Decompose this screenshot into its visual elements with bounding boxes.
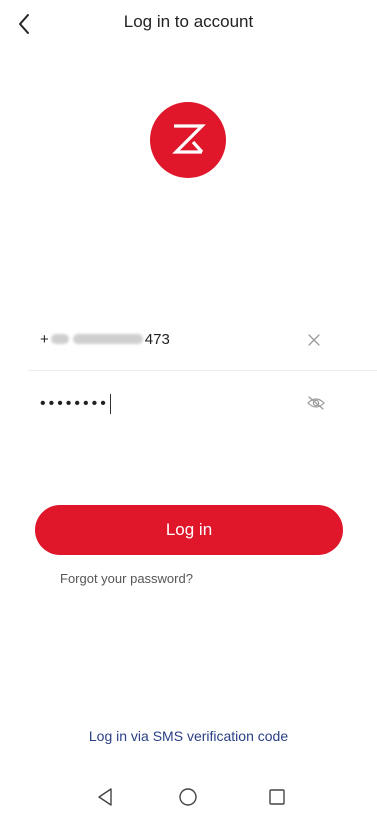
forgot-password-link[interactable]: Forgot your password?	[60, 571, 193, 586]
square-recents-icon	[269, 789, 285, 805]
eye-off-icon	[307, 396, 325, 410]
text-cursor	[109, 394, 112, 414]
phone-redacted-part	[72, 334, 143, 344]
circle-home-icon	[179, 788, 197, 806]
password-value: ••••••••	[40, 395, 109, 412]
page-title: Log in to account	[123, 12, 254, 31]
phone-suffix: 473	[144, 330, 170, 348]
phone-redacted-part	[50, 334, 69, 344]
field-divider	[28, 370, 377, 371]
phone-value: + 473	[40, 331, 170, 348]
sms-login-link[interactable]: Log in via SMS verification code	[0, 728, 377, 744]
triangle-back-icon	[98, 788, 112, 806]
app-logo	[150, 102, 226, 178]
clear-phone-button[interactable]	[303, 329, 325, 351]
login-button[interactable]: Log in	[35, 505, 343, 555]
phone-prefix: +	[40, 330, 49, 348]
nav-back-button[interactable]	[90, 782, 120, 812]
nav-recents-button[interactable]	[262, 782, 292, 812]
zeta-logo-icon	[172, 124, 206, 154]
nav-home-button[interactable]	[173, 782, 203, 812]
phone-field[interactable]: + 473	[40, 322, 340, 356]
close-icon	[308, 334, 320, 346]
toggle-password-visibility-button[interactable]	[304, 392, 328, 414]
password-field[interactable]: ••••••••	[40, 390, 300, 418]
